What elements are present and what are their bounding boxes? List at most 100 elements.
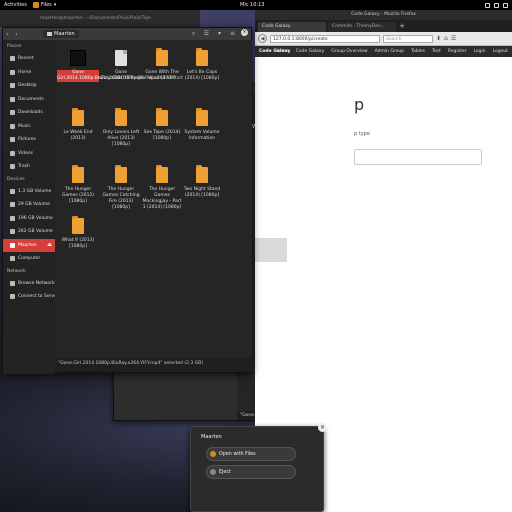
sidebar-item-volume-3[interactable]: 196 GB Volume [3, 212, 55, 226]
file-item[interactable]: Gone Girl.2014.1080p.BluRay.x264.YIFY.sr… [100, 50, 183, 82]
folder-item[interactable]: Sex Tape (2014) [1080p] [141, 108, 183, 142]
sidebar-item-label: Browse Network [18, 280, 55, 286]
text-input[interactable] [354, 149, 482, 165]
download-icon[interactable]: ⬇ [436, 35, 441, 42]
text-file-icon [115, 50, 127, 66]
sidebar-item-videos[interactable]: Videos [3, 147, 55, 161]
url-bar[interactable]: 127.0.0.1:8000/p/create [270, 34, 380, 43]
video-icon [10, 150, 15, 156]
nav-link-login[interactable]: Login [473, 49, 485, 54]
site-navbar: Code Galaxy Home Code Galaxy Group Overv… [255, 46, 512, 57]
sidebar-item-documents[interactable]: Documents [3, 93, 55, 107]
nav-link-test[interactable]: Test [432, 49, 441, 54]
file-grid[interactable]: Gone Girl.2014.1080p.BluRay.x264.YIFY.mp… [55, 40, 252, 360]
sidebar-item-browse-network[interactable]: Browse Network [3, 277, 55, 291]
close-icon[interactable]: × [318, 423, 327, 432]
sidebar-section-network: Network [7, 268, 26, 274]
folder-item[interactable]: The Hunger Games Mockingjay - Part 1 (20… [141, 165, 183, 211]
nav-link-logout[interactable]: Logout [493, 49, 508, 54]
search-box[interactable]: Search [383, 34, 433, 43]
folder-item[interactable]: The Hunger Games Catching Fire (2013) [1… [100, 165, 142, 211]
sidebar-item-trash[interactable]: Trash [3, 160, 55, 174]
app-menu-label: Files [40, 2, 52, 8]
folder-item[interactable]: Only Lovers Left Alive (2013) [1080p] [100, 108, 142, 148]
path-label: Maarten [54, 31, 75, 37]
close-icon[interactable]: × [241, 29, 248, 36]
nav-link-register[interactable]: Register [448, 49, 467, 54]
sidebar-item-pictures[interactable]: Pictures [3, 133, 55, 147]
drive-icon [10, 202, 15, 208]
folder-item[interactable]: What If (2013) [1080p] [57, 216, 99, 250]
sidebar-item-recent[interactable]: Recent [3, 52, 55, 66]
sidebar-item-volume-1[interactable]: 1.3 GB Volume [3, 185, 55, 199]
sidebar-item-label: Pictures [18, 137, 36, 143]
folder-icon [156, 165, 168, 183]
file-item-label: Le Week End (2013) [63, 130, 93, 141]
menu-icon[interactable]: ≡ [228, 29, 237, 38]
volume-icon [494, 2, 499, 8]
sidebar-item-maarten[interactable]: Maarten ⏏ [3, 238, 55, 252]
nav-link-admin-group[interactable]: Admin Group [375, 49, 404, 54]
folder-icon [196, 165, 208, 183]
home-icon[interactable]: ⌂ [444, 35, 448, 42]
folder-item[interactable]: Gone With The Wind (1939) [141, 48, 183, 82]
sidebar-item-desktop[interactable]: Desktop [3, 79, 55, 93]
tab-code-galaxy[interactable]: Code Galaxy [258, 22, 326, 32]
nav-link-code-galaxy[interactable]: Code Galaxy [296, 49, 325, 54]
tab-commits[interactable]: Commits · ThemyDev... [328, 22, 396, 32]
server-icon [10, 294, 15, 300]
back-arrow-icon[interactable]: ‹ [3, 30, 12, 39]
search-icon[interactable]: ⌕ [189, 29, 198, 38]
sidebar-item-volume-4[interactable]: 262 GB Volume [3, 225, 55, 239]
computer-icon [10, 256, 15, 262]
sidebar-item-label: Downloads [18, 110, 43, 116]
eject-icon[interactable]: ⏏ [47, 242, 52, 248]
terminal-window-title[interactable]: maarten@maarten: ~/Documents/Pixis/Pixis… [0, 10, 200, 27]
page-heading: p [354, 95, 365, 114]
sidebar-item-label: Desktop [18, 83, 37, 89]
sidebar-item-label: Connect to Server [18, 294, 59, 300]
sidebar-item-downloads[interactable]: Downloads [3, 106, 55, 120]
folder-item[interactable]: The Hunger Games (2012) [1080p] [57, 165, 99, 205]
folder-item[interactable]: Two Night Stand (2014) [1080p] [181, 165, 223, 199]
usb-drive-icon [10, 242, 15, 248]
sidebar-item-music[interactable]: Music [3, 120, 55, 134]
file-item-label: The Hunger Games Mockingjay - Part 1 (20… [142, 187, 182, 210]
eject-label: Eject [219, 469, 231, 475]
site-brand[interactable]: Code Galaxy [259, 49, 290, 54]
home-icon [10, 69, 15, 75]
drive-icon [10, 215, 15, 221]
sidebar-item-connect-server[interactable]: Connect to Server [3, 290, 59, 304]
files-window[interactable]: ‹ › Maarten ⌕ ☰ ▾ ≡ × Places Recent Home… [2, 27, 252, 374]
sidebar-item-computer[interactable]: Computer [3, 252, 55, 266]
menu-icon[interactable]: ☰ [451, 35, 456, 42]
activities-button[interactable]: Activities [0, 2, 31, 8]
path-bar-button[interactable]: Maarten [43, 30, 79, 38]
new-tab-button[interactable]: + [398, 22, 406, 32]
folder-item[interactable]: Let's Be Cops (2014) [1080p] [181, 48, 223, 82]
sidebar-section-places: Places [7, 44, 22, 49]
sidebar-section-devices: Devices [7, 176, 25, 182]
sidebar-item-label: Computer [18, 256, 41, 262]
sidebar-item-home[interactable]: Home [3, 66, 55, 80]
folder-item[interactable]: System Volume Information [181, 108, 223, 142]
folder-icon [115, 108, 127, 126]
system-status-area[interactable] [485, 2, 508, 8]
back-button[interactable]: ◀ [258, 34, 267, 43]
desktop-icon [10, 83, 15, 89]
sidebar-item-volume-2[interactable]: 29 GB Volume [3, 198, 55, 212]
folder-item[interactable]: Le Week End (2013) [57, 108, 99, 142]
folder-icon [72, 108, 84, 126]
chevron-down-icon[interactable]: ▾ [215, 29, 224, 38]
clock[interactable]: Mic 10:13 [240, 2, 264, 8]
sidebar-item-label: Maarten [18, 242, 37, 248]
eject-button[interactable]: Eject [206, 465, 296, 479]
nav-link-group-overview[interactable]: Group Overview [331, 49, 367, 54]
open-with-files-button[interactable]: Open with Files [206, 447, 296, 461]
forward-arrow-icon[interactable]: › [12, 30, 21, 39]
app-menu[interactable]: Files ▾ [31, 2, 59, 8]
drive-icon [10, 188, 15, 194]
list-view-icon[interactable]: ☰ [202, 29, 211, 38]
nav-link-tables[interactable]: Tables [411, 49, 425, 54]
file-item[interactable]: Gone Girl.2014.1080p.BluRay.x264.YIFY.mp… [57, 50, 144, 82]
